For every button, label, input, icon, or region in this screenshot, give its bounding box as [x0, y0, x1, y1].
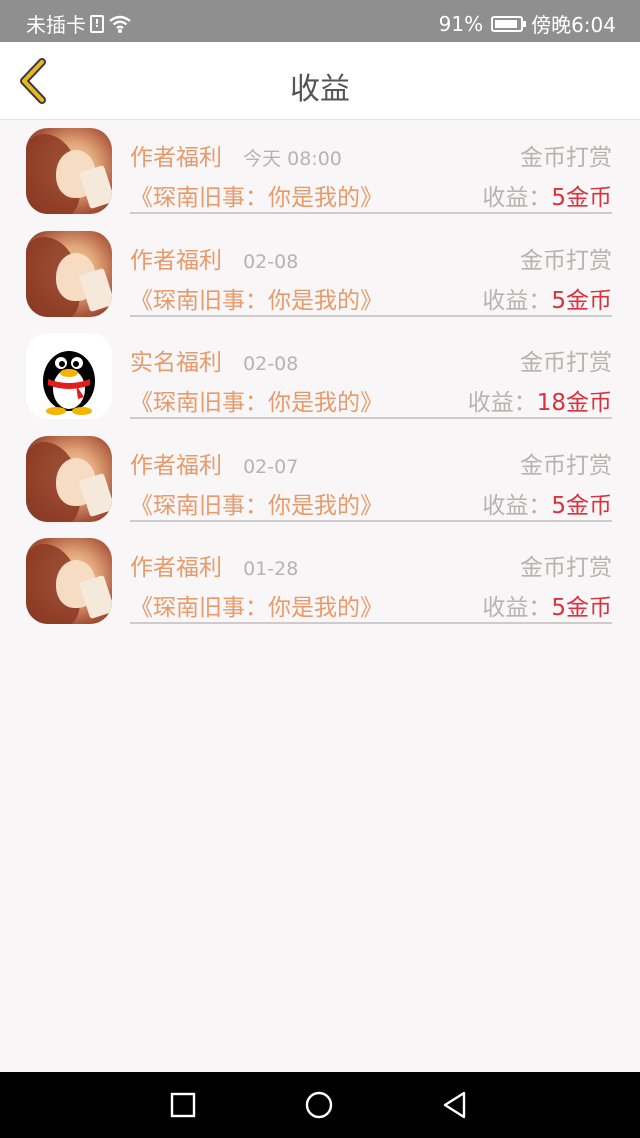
earn-value: 5金币	[551, 492, 612, 519]
earn-value: 5金币	[551, 185, 612, 211]
avatar-anime-girl	[26, 128, 112, 214]
home-button[interactable]	[304, 1090, 334, 1120]
book-title: 《琛南旧事：你是我的》	[130, 595, 383, 621]
header: 收益	[0, 42, 640, 120]
earn-value: 5金币	[551, 595, 612, 621]
book-title: 《琛南旧事：你是我的》	[130, 390, 383, 416]
earnings-list: 作者福利 今天 08:00 金币打赏 《琛南旧事：你是我的》 收益：5金币 作者…	[0, 120, 640, 633]
book-title: 《琛南旧事：你是我的》	[130, 185, 383, 211]
avatar-anime-girl	[26, 435, 112, 522]
book-title: 《琛南旧事：你是我的》	[130, 287, 383, 314]
welfare-type: 作者福利	[130, 452, 222, 479]
welfare-type: 作者福利	[130, 247, 222, 274]
earn-value: 18金币	[536, 390, 612, 416]
avatar-anime-girl	[26, 230, 112, 317]
reward-type: 金币打赏	[520, 350, 612, 376]
welfare-type: 作者福利	[130, 555, 222, 581]
book-title: 《琛南旧事：你是我的》	[130, 492, 383, 519]
earn-label: 收益：	[482, 185, 552, 211]
welfare-type: 实名福利	[130, 350, 222, 376]
battery-percent: 91%	[438, 11, 484, 36]
earn-label: 收益：	[482, 492, 552, 519]
battery-icon	[491, 15, 527, 32]
recents-button[interactable]	[168, 1090, 198, 1120]
item-date: 01-28	[243, 558, 299, 580]
item-date: 02-08	[243, 353, 299, 375]
square-icon	[170, 1092, 196, 1118]
list-item[interactable]: 作者福利 今天 08:00 金币打赏 《琛南旧事：你是我的》 收益：5金币	[0, 120, 640, 223]
list-item[interactable]: 作者福利 02-07 金币打赏 《琛南旧事：你是我的》 收益：5金币	[0, 428, 640, 531]
reward-type: 金币打赏	[520, 555, 612, 581]
item-date: 02-08	[243, 250, 299, 273]
earn-label: 收益：	[467, 390, 537, 416]
page-title: 收益	[290, 72, 350, 107]
welfare-type: 作者福利	[130, 145, 222, 171]
avatar-anime-girl	[26, 538, 112, 624]
wifi-icon	[109, 15, 131, 33]
list-item[interactable]: 作者福利 01-28 金币打赏 《琛南旧事：你是我的》 收益：5金币	[0, 530, 640, 633]
reward-type: 金币打赏	[520, 452, 612, 479]
list-item[interactable]: 作者福利 02-08 金币打赏 《琛南旧事：你是我的》 收益：5金币	[0, 223, 640, 326]
carrier-text: 未插卡	[26, 13, 86, 37]
circle-icon	[305, 1091, 333, 1119]
back-nav-button[interactable]	[440, 1090, 470, 1120]
status-bar: 未插卡 ! 91% 傍晚6:04	[0, 0, 640, 42]
earn-value: 5金币	[551, 287, 612, 314]
item-date: 今天 08:00	[243, 148, 342, 170]
reward-type: 金币打赏	[520, 247, 612, 274]
item-date: 02-07	[243, 455, 299, 478]
clock: 傍晚6:04	[531, 13, 616, 37]
earn-label: 收益：	[482, 287, 552, 314]
sim-alert-icon: !	[90, 14, 104, 33]
qq-penguin-icon	[26, 333, 112, 419]
list-item[interactable]: 实名福利 02-08 金币打赏 《琛南旧事：你是我的》 收益：18金币	[0, 325, 640, 428]
earn-label: 收益：	[482, 595, 552, 621]
navigation-bar	[0, 1072, 640, 1138]
triangle-back-icon	[443, 1091, 466, 1119]
reward-type: 金币打赏	[520, 145, 612, 171]
